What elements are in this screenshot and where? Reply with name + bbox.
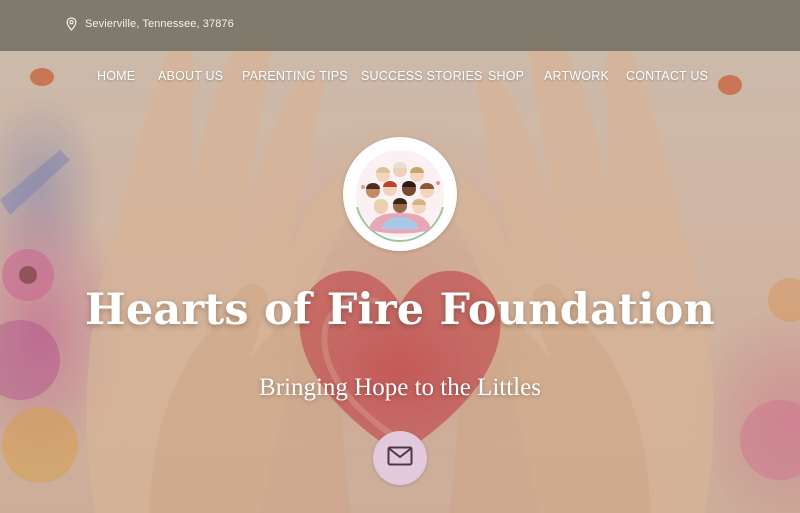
map-pin-icon (66, 17, 77, 31)
page-subtitle: Bringing Hope to the Littles (259, 374, 541, 401)
nav-item-parenting-tips[interactable]: PARENTING TIPS (242, 69, 348, 83)
nav-item-home[interactable]: HOME (97, 69, 135, 83)
site-logo[interactable] (343, 137, 457, 251)
children-group-illustration (356, 150, 444, 243)
nav-item-contact-us[interactable]: CONTACT US (626, 69, 708, 83)
contact-email-button[interactable] (373, 431, 427, 485)
nav-item-about-us[interactable]: ABOUT US (158, 69, 223, 83)
top-bar: Sevierville, Tennessee, 37876 (0, 0, 800, 51)
nav-item-artwork[interactable]: ARTWORK (544, 69, 609, 83)
nav-item-success-stories[interactable]: SUCCESS STORIES (361, 69, 483, 83)
page-title: Hearts of Fire Foundation (85, 285, 715, 335)
nav-item-shop[interactable]: SHOP (488, 69, 524, 83)
envelope-icon (387, 446, 413, 471)
location-info: Sevierville, Tennessee, 37876 (66, 17, 234, 31)
location-text: Sevierville, Tennessee, 37876 (85, 18, 234, 30)
main-nav: HOME ABOUT US PARENTING TIPS SUCCESS STO… (0, 69, 800, 89)
